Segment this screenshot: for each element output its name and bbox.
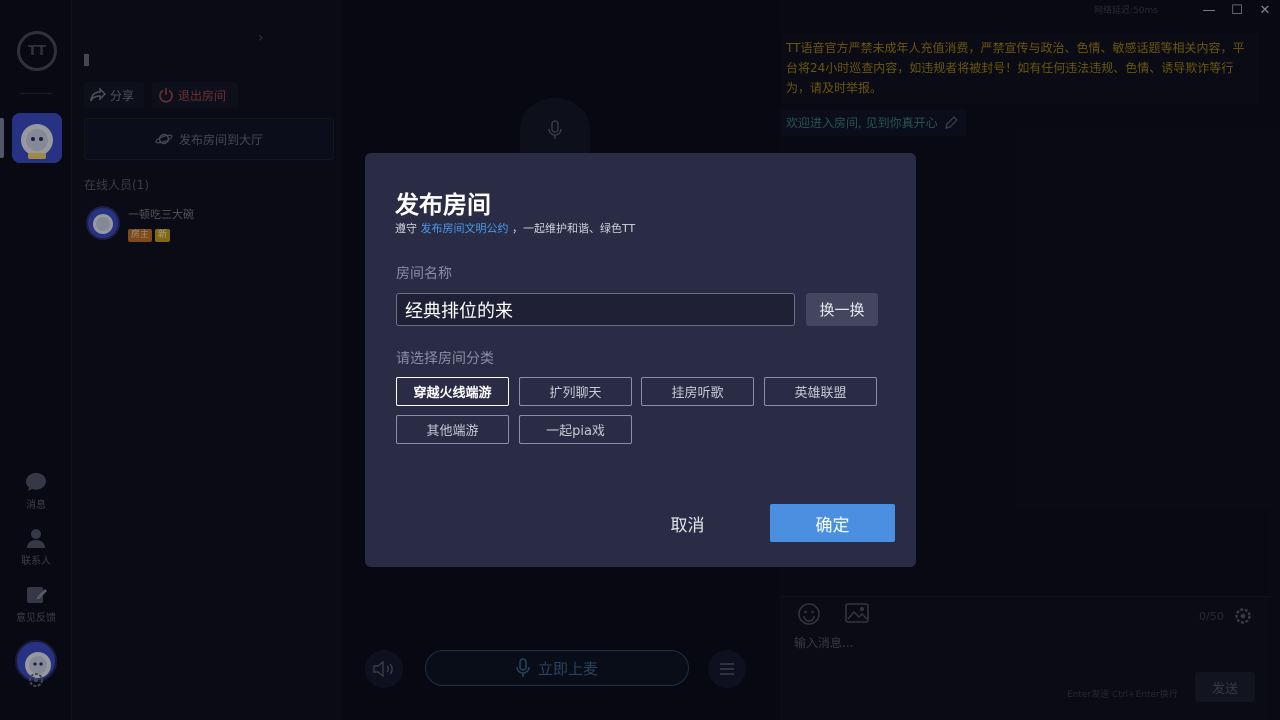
category-label: 请选择房间分类 bbox=[396, 351, 494, 367]
room-name-input[interactable] bbox=[396, 293, 795, 326]
refresh-name-button[interactable]: 换一换 bbox=[806, 293, 878, 326]
dialog-subtitle: 遵守 发布房间文明公约 ，一起维护和谐、绿色TT bbox=[395, 220, 635, 236]
category-option[interactable]: 其他端游 bbox=[396, 415, 509, 444]
room-name-label: 房间名称 bbox=[396, 266, 452, 282]
category-option[interactable]: 穿越火线端游 bbox=[396, 377, 509, 406]
publish-room-dialog: 发布房间 遵守 发布房间文明公约 ，一起维护和谐、绿色TT 房间名称 换一换 请… bbox=[365, 153, 916, 567]
category-option[interactable]: 扩列聊天 bbox=[519, 377, 632, 406]
category-option[interactable]: 英雄联盟 bbox=[764, 377, 877, 406]
dialog-title: 发布房间 bbox=[395, 191, 491, 219]
confirm-button[interactable]: 确定 bbox=[770, 504, 895, 542]
category-option[interactable]: 一起pia戏 bbox=[519, 415, 632, 444]
subtitle-prefix: 遵守 bbox=[395, 222, 417, 235]
civility-pact-link[interactable]: 发布房间文明公约 bbox=[421, 222, 509, 235]
category-option[interactable]: 挂房听歌 bbox=[641, 377, 754, 406]
cancel-button[interactable]: 取消 bbox=[650, 504, 725, 542]
subtitle-suffix: ，一起维护和谐、绿色TT bbox=[512, 222, 636, 235]
